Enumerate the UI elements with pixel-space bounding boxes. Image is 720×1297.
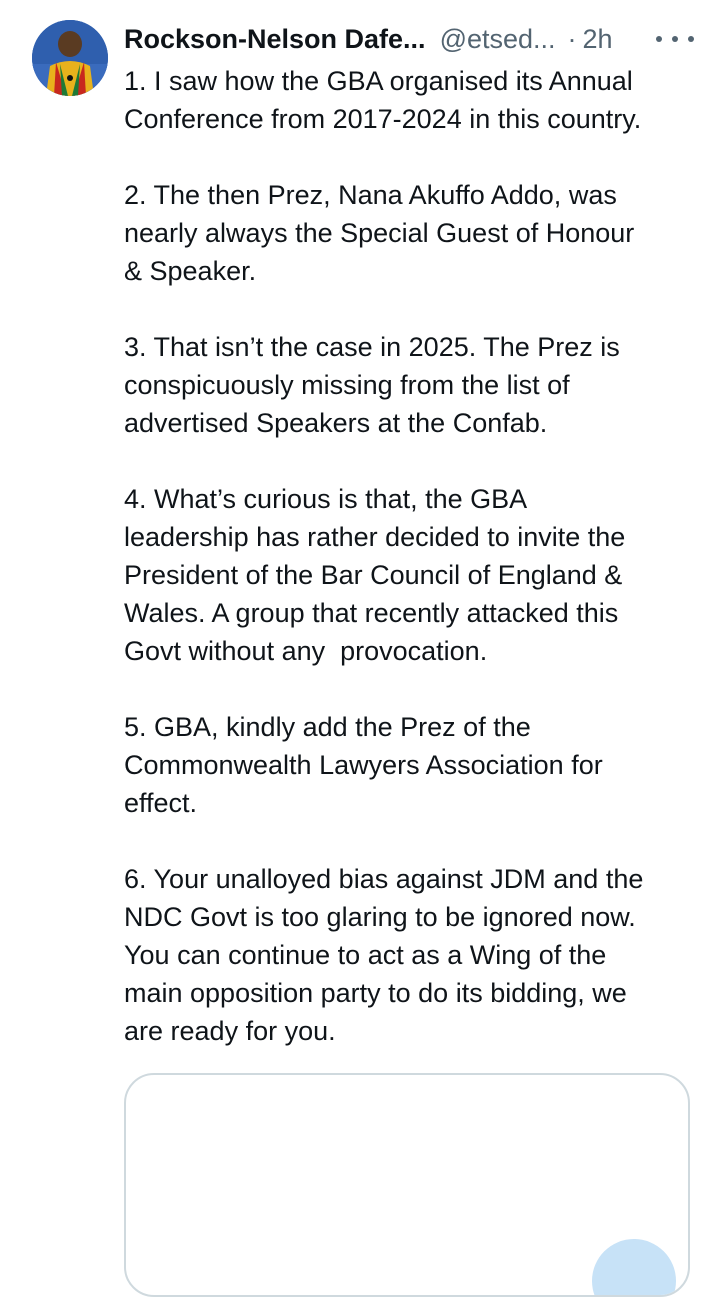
more-horizontal-icon-dot <box>672 36 678 42</box>
tweet-paragraph: 2. The then Prez, Nana Akuffo Addo, was … <box>124 180 635 286</box>
tweet-paragraph: 5. GBA, kindly add the Prez of the Commo… <box>124 712 603 818</box>
timestamp[interactable]: 2h <box>583 24 613 55</box>
more-options-button[interactable] <box>656 26 694 52</box>
tweet[interactable]: Rockson-Nelson Dafe... @etsed... · 2h 1.… <box>0 0 720 1297</box>
display-name[interactable]: Rockson-Nelson Dafe... <box>124 24 426 55</box>
avatar[interactable] <box>32 20 108 96</box>
tweet-paragraph: 6. Your unalloyed bias against JDM and t… <box>124 864 644 1046</box>
avatar-image <box>32 20 108 96</box>
tweet-paragraph: 4. What’s curious is that, the GBA leade… <box>124 484 626 666</box>
more-horizontal-icon <box>656 36 662 42</box>
user-handle[interactable]: @etsed... <box>440 24 556 55</box>
separator: · <box>567 23 577 54</box>
tweet-text: 1. I saw how the GBA organised its Annua… <box>124 62 694 1088</box>
more-horizontal-icon-dot <box>688 36 694 42</box>
tweet-paragraph: 1. I saw how the GBA organised its Annua… <box>124 66 642 134</box>
tweet-header: Rockson-Nelson Dafe... @etsed... · 2h <box>124 20 694 58</box>
tweet-paragraph: 3. That isn’t the case in 2025. The Prez… <box>124 332 620 438</box>
media-card[interactable] <box>124 1073 690 1297</box>
media-preview-shape <box>592 1239 676 1295</box>
